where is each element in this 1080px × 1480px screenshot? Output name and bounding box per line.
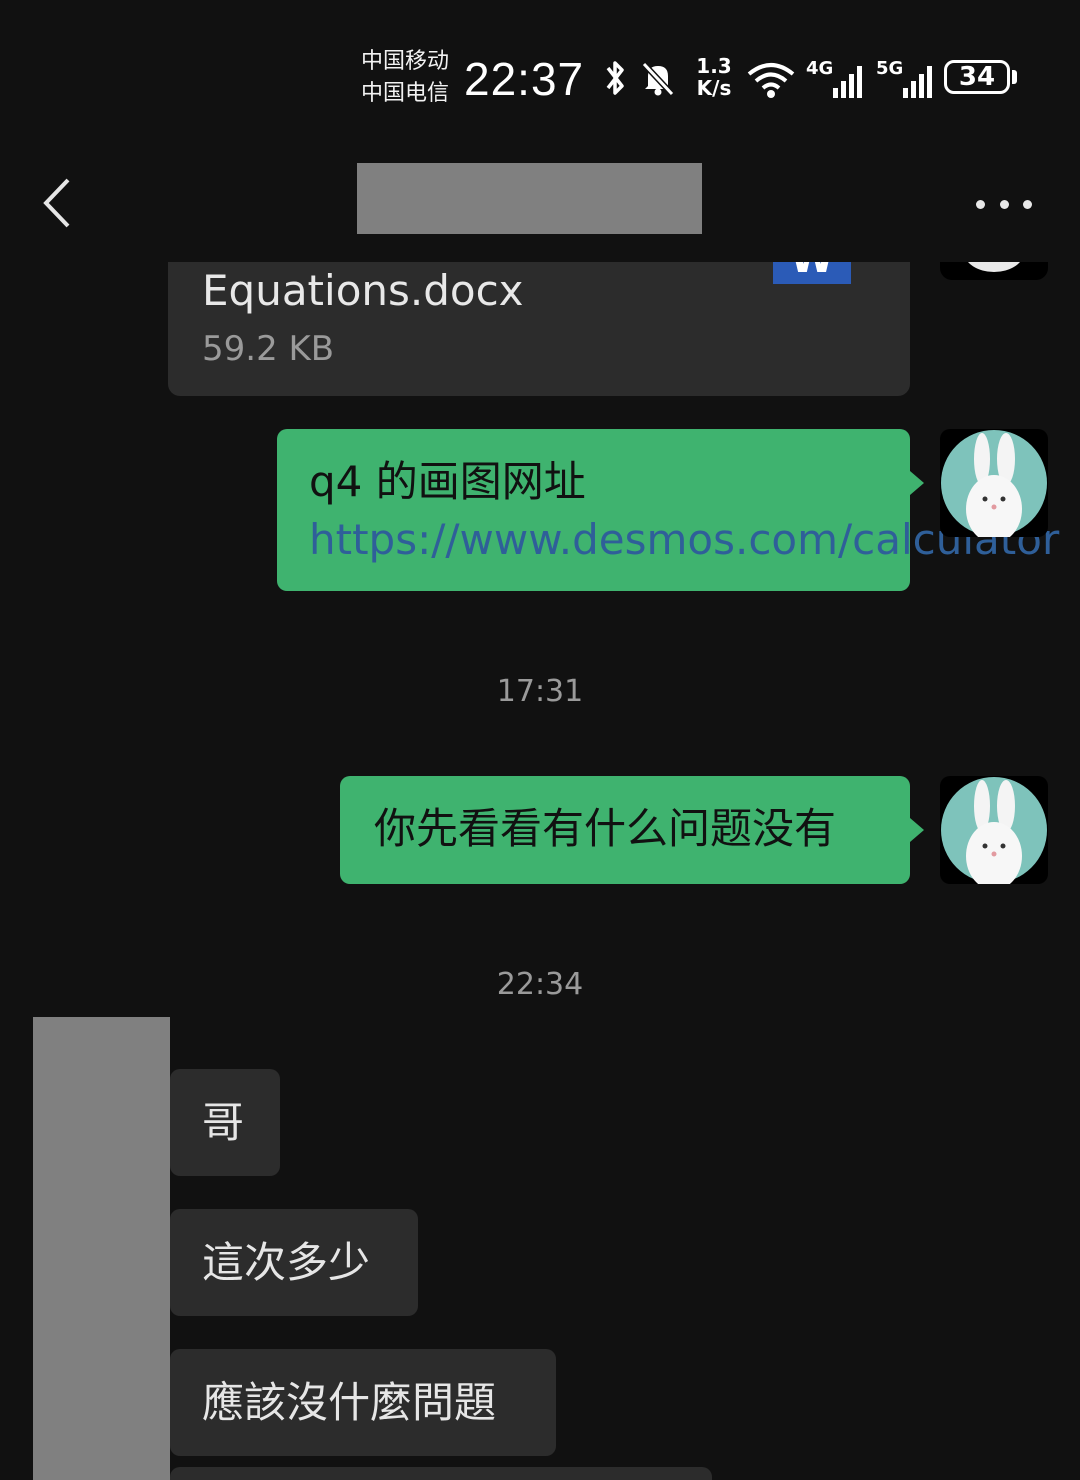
battery-icon: 34 xyxy=(944,60,1010,94)
my-message-bubble[interactable]: 你先看看有什么问题没有 xyxy=(340,776,924,884)
their-message-bubble[interactable]: 哥 xyxy=(170,1069,280,1176)
message-timestamp: 17:31 xyxy=(496,674,584,709)
message-text: 你先看看有什么问题没有 xyxy=(374,804,837,853)
contact-avatar-redacted xyxy=(33,1017,170,1480)
chat-header xyxy=(0,150,1080,260)
message-timestamp: 22:34 xyxy=(496,967,584,1002)
word-document-icon: W xyxy=(773,262,851,284)
chevron-left-icon[interactable] xyxy=(40,176,80,230)
avatar[interactable] xyxy=(940,776,1048,884)
message-list[interactable]: Equations.docx 59.2 KB W q4 的画图网址 https:… xyxy=(0,262,1080,1480)
carrier-2: 中国电信 xyxy=(361,81,450,106)
network-speed-value: 1.3 xyxy=(696,54,732,78)
status-time: 22:37 xyxy=(464,53,585,105)
wifi-icon xyxy=(746,60,796,100)
their-message-bubble[interactable]: 這次多少 xyxy=(170,1209,418,1316)
signal-5g-label: 5G xyxy=(876,58,904,79)
signal-icon: 4G xyxy=(806,58,862,100)
bell-off-icon xyxy=(638,58,678,98)
more-horizontal-icon[interactable] xyxy=(976,200,1032,210)
status-bar: 中国移动 中国电信 22:37 1.3 K/s 4G 5G 34 xyxy=(0,0,1080,140)
chat-title-redacted xyxy=(357,163,702,234)
file-name: Equations.docx xyxy=(202,266,524,315)
carrier-info: 中国移动 中国电信 xyxy=(361,46,449,110)
chat-screen: 中国移动 中国电信 22:37 1.3 K/s 4G 5G 34 Equatio… xyxy=(0,0,1080,1480)
battery-tip xyxy=(1012,70,1017,84)
network-speed: 1.3 K/s xyxy=(692,55,736,99)
battery-level: 34 xyxy=(958,62,996,92)
message-text: q4 的画图网址 xyxy=(309,457,586,506)
bluetooth-icon xyxy=(600,58,630,107)
network-speed-unit: K/s xyxy=(696,76,732,100)
their-message-bubble-partial[interactable] xyxy=(170,1467,712,1480)
avatar[interactable] xyxy=(940,262,1048,280)
file-size: 59.2 KB xyxy=(202,329,335,369)
carrier-1: 中国移动 xyxy=(361,49,450,74)
my-message-bubble[interactable]: q4 的画图网址 https://www.desmos.com/calculat… xyxy=(277,429,1059,591)
their-message-bubble[interactable]: 應該沒什麼問題 xyxy=(170,1349,556,1456)
avatar[interactable] xyxy=(940,429,1048,537)
file-message[interactable]: Equations.docx 59.2 KB W xyxy=(168,262,910,396)
signal-4g-label: 4G xyxy=(806,58,834,79)
signal-icon: 5G xyxy=(876,58,932,100)
